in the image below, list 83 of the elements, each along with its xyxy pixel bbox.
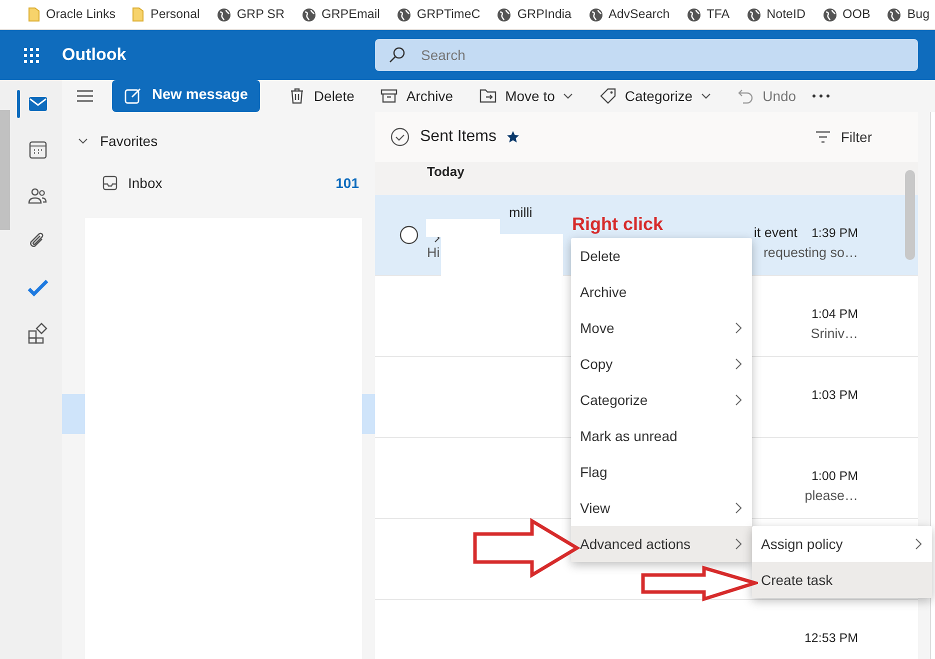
chevron-right-icon (735, 322, 742, 334)
search-field[interactable]: Search (375, 39, 918, 71)
bookmark-link[interactable]: Personal (132, 5, 200, 24)
group-header: Today (375, 162, 918, 195)
radio-circle-icon[interactable] (399, 225, 419, 246)
menu-item[interactable]: Move (571, 310, 752, 346)
bookmark-link[interactable]: GRPTimeC (396, 5, 480, 24)
folder-icon (132, 7, 144, 22)
bookmark-link[interactable]: GRP SR (216, 5, 285, 24)
preview-text: requesting so… (763, 244, 858, 262)
bookmark-link[interactable]: Oracle Links (28, 5, 116, 24)
globe-icon (497, 8, 512, 22)
new-message-button[interactable]: New message (112, 80, 260, 112)
more-icon[interactable] (812, 94, 830, 98)
folder-icon (28, 7, 40, 22)
menu-item[interactable]: Copy (571, 346, 752, 382)
message-time: 1:39 PM (811, 225, 858, 242)
scrollbar[interactable] (905, 170, 915, 260)
menu-item[interactable]: Create task (752, 562, 932, 598)
annotation-label: Right click (572, 213, 664, 236)
chevron-down-icon (700, 93, 711, 99)
bookmark-link[interactable]: GRPIndia (497, 5, 572, 24)
folder-item[interactable]: Inbox 101 (62, 170, 375, 196)
chevron-right-icon (735, 394, 742, 406)
menu-item[interactable]: Delete (571, 238, 752, 274)
globe-icon (588, 8, 603, 22)
menu-item[interactable]: Flag (571, 454, 752, 490)
select-all-icon[interactable] (390, 127, 410, 147)
inbox-icon (102, 175, 118, 191)
bookmark-link[interactable]: NoteID (746, 5, 806, 24)
section-title: Favorites (100, 132, 158, 150)
filter-icon (814, 131, 831, 143)
archive-icon (380, 87, 398, 105)
toolbar-button[interactable]: Move to (469, 82, 583, 110)
globe-icon (216, 8, 231, 22)
globe-icon (887, 8, 902, 22)
filter-button[interactable]: Filter (808, 126, 878, 148)
chevron-right-icon (735, 502, 742, 514)
bookmark-link[interactable]: OOB (822, 5, 870, 24)
folder-title: Sent Items (420, 127, 496, 147)
bookmark-link[interactable]: Bug (887, 5, 930, 24)
toolbar-button[interactable]: Archive (370, 82, 464, 110)
folder-arrow-icon (479, 87, 498, 105)
globe-icon (396, 8, 411, 22)
preview-text: please… (804, 487, 858, 505)
chevron-down-icon (562, 93, 573, 99)
message-time: 1:04 PM (811, 306, 858, 323)
bookmark-link[interactable]: AdvSearch (588, 5, 670, 24)
app-launcher-icon[interactable] (24, 48, 38, 62)
scrollbar[interactable] (0, 110, 10, 230)
undo-icon (736, 87, 755, 105)
menu-icon[interactable] (76, 89, 94, 103)
menu-item[interactable]: View (571, 490, 752, 526)
compose-icon (124, 87, 142, 105)
chevron-right-icon (735, 538, 742, 550)
sender-name: milli (509, 205, 532, 220)
star-icon[interactable] (506, 130, 520, 144)
message-subject: it event (754, 224, 798, 242)
bookmark-link[interactable]: TFA (686, 5, 730, 24)
menu-item[interactable]: Categorize (571, 382, 752, 418)
preview-text: Sriniv… (810, 325, 858, 343)
globe-icon (686, 8, 701, 22)
chevron-right-icon (735, 358, 742, 370)
message-time: 12:53 PM (804, 630, 858, 647)
preview-text: Hi (427, 244, 440, 262)
menu-item[interactable]: Mark as unread (571, 418, 752, 454)
menu-item[interactable]: Advanced actions (571, 526, 752, 562)
bookmark-link[interactable]: GRPEmail (302, 5, 380, 24)
message-time: 1:00 PM (811, 468, 858, 485)
globe-icon (302, 8, 316, 22)
globe-icon (822, 8, 836, 22)
globe-icon (746, 8, 761, 22)
unread-count: 101 (336, 174, 359, 192)
menu-item[interactable]: Assign policy (752, 526, 932, 562)
chevron-down-icon[interactable] (78, 136, 88, 146)
message-time: 1:03 PM (811, 387, 858, 404)
search-icon (389, 47, 405, 63)
toolbar-button[interactable]: Categorize (588, 82, 721, 110)
toolbar-button[interactable]: Delete (278, 82, 364, 110)
menu-item[interactable]: Archive (571, 274, 752, 310)
tag-icon (598, 87, 617, 105)
app-title: Outlook (62, 44, 128, 66)
chevron-right-icon (915, 538, 922, 550)
